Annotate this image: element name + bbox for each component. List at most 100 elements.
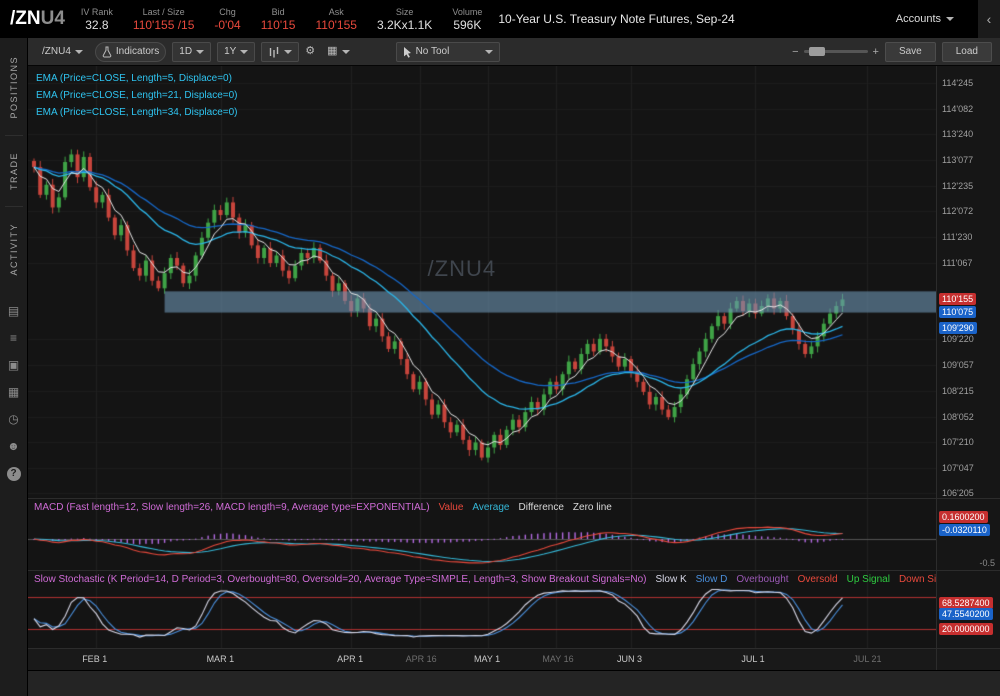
price-badge: 110'155 (939, 293, 977, 306)
macd-pane: MACD (Fast length=12, Slow length=26, MA… (28, 498, 1000, 570)
symbol-selector[interactable]: /ZNU4 (36, 42, 89, 62)
stat-label-ask: Ask (328, 6, 344, 17)
stat-value-ask: 110'155 (315, 17, 357, 32)
sidebar-divider (4, 205, 23, 207)
monitor-icon[interactable]: ▣ (8, 359, 19, 371)
indicators-button[interactable]: Indicators (94, 41, 167, 62)
symbol-month: U4 (40, 8, 65, 29)
grid-icon: ▦ (327, 45, 338, 57)
sidebar-tab-trade[interactable]: TRADE (9, 138, 19, 204)
collapse-panel-button[interactable]: ‹ (978, 0, 1000, 38)
y-axis-label: 109'057 (942, 360, 974, 371)
y-axis-label: 114'245 (942, 77, 974, 88)
timeframe-dropdown[interactable]: 1D (172, 41, 212, 62)
stoch-plot: Slow Stochastic (K Period=14, D Period=3… (28, 571, 936, 648)
drawing-tool-dropdown[interactable]: No Tool (395, 41, 500, 62)
zoom-slider-handle[interactable] (808, 47, 825, 56)
sidebar-icons: ▤ ≡ ▣ ▦ ◷ ☻? (6, 305, 21, 482)
community-icon[interactable]: ☻ (7, 440, 20, 452)
ema-label-1: EMA (Price=CLOSE, Length=21, Displace=0) (36, 90, 238, 101)
stat-value-volume: 596K (453, 17, 482, 32)
y-axis-label: 112'235 (942, 180, 974, 191)
stat-value-iv-rank: 32.8 (85, 17, 109, 32)
legend-item-overbought: Overbought (736, 574, 789, 585)
grid-layout-dropdown[interactable]: ▦ (321, 42, 355, 62)
header: /ZNU4 IV Rank 32.8 Last / Size 110'155 /15 C… (0, 0, 1000, 38)
legend-item-down-signal: Down Signal (898, 574, 936, 585)
watchlist-icon[interactable]: ≡ (10, 332, 17, 344)
price-pane: /ZNU4 EMA (Price=CLOSE, Length=5, Displa… (28, 66, 1000, 498)
sidebar-tab-positions[interactable]: POSITIONS (9, 42, 19, 133)
load-button[interactable]: Load (941, 41, 992, 62)
time-axis[interactable]: FEB 1 MAR 1 APR 1 APR 16 MAY 1 MAY 16 JUN 3 JUL… (28, 649, 936, 670)
clock-icon[interactable]: ◷ (8, 413, 18, 425)
x-axis-tick: MAY 16 (542, 654, 574, 664)
price-badge: 110'075 (939, 305, 977, 318)
stoch-axis[interactable]: 68.5287400 47.5540200 20.0000000 (936, 571, 1000, 648)
y-axis-label: 107'210 (942, 437, 974, 448)
x-axis-tick: JUN 3 (617, 654, 643, 664)
chart-stack: /ZNU4 EMA (Price=CLOSE, Length=5, Displa… (28, 66, 1000, 696)
chart-style-dropdown[interactable] (261, 41, 300, 62)
macd-scale-label: -0.5 (979, 558, 995, 568)
stat-label-bid: Bid (271, 6, 285, 17)
x-axis-tick: JUL 21 (853, 654, 882, 664)
chevron-down-icon (341, 49, 350, 54)
tool-label: No Tool (415, 46, 450, 57)
legend-item-up-signal: Up Signal (846, 574, 890, 585)
zoom-in-icon[interactable]: + (873, 46, 879, 58)
legend-item-slow-k: Slow K (655, 574, 687, 585)
stoch-legend: Slow K Slow D Overbought Oversold Up Signal D… (656, 574, 937, 585)
x-axis-tick: FEB 1 (82, 654, 108, 664)
x-axis-tick: APR 16 (405, 654, 437, 664)
stat-size: Size 3.2Kx1.1K (377, 7, 432, 32)
indicators-label: Indicators (115, 46, 160, 57)
price-axis[interactable]: 114'245 114'082 113'240 113'077 112'235 112'0… (936, 66, 1000, 498)
symbol-title: /ZNU4 (10, 8, 65, 30)
stat-value-chg: -0'04 (214, 17, 241, 32)
stat-value-size: 3.2Kx1.1K (376, 17, 433, 32)
y-axis-label: 107'047 (942, 462, 974, 473)
apps-grid-icon[interactable]: ▦ (8, 386, 19, 398)
chart-toolbar: /ZNU4 Indicators 1D 1Y ⚙ ▦ No Tool − + S… (28, 38, 1000, 66)
stat-bid: Bid 110'15 (261, 7, 296, 32)
stat-ask: Ask 110'155 (315, 7, 356, 32)
notebook-icon[interactable]: ▤ (8, 305, 19, 317)
legend-item-zero-line: Zero line (572, 502, 612, 513)
help-icon[interactable]: ? (6, 467, 21, 482)
sidebar-tab-activity[interactable]: ACTIVITY (9, 209, 19, 290)
range-dropdown[interactable]: 1Y (217, 41, 256, 62)
stat-label-size: Size (395, 6, 414, 17)
macd-axis[interactable]: -0.5 0.1600200 -0.0320110 (936, 499, 1000, 570)
instrument-description: 10-Year U.S. Treasury Note Futures, Sep-… (498, 12, 735, 26)
chevron-down-icon (196, 49, 205, 54)
legend-item-oversold: Oversold (797, 574, 838, 585)
ema-study-labels: EMA (Price=CLOSE, Length=5, Displace=0) E… (36, 73, 238, 118)
zoom-slider[interactable] (803, 47, 868, 56)
legend-item-value: Value (438, 502, 464, 513)
macd-title: MACD (Fast length=12, Slow length=26, MA… (34, 502, 430, 513)
stat-chg: Chg -0'04 (214, 7, 240, 32)
sidebar-divider (4, 134, 23, 136)
y-axis-label: 108'052 (942, 411, 974, 422)
price-plot: /ZNU4 EMA (Price=CLOSE, Length=5, Displa… (28, 66, 936, 498)
y-axis-label: 114'082 (942, 103, 974, 114)
save-button[interactable]: Save (884, 41, 936, 62)
stat-value-bid: 110'15 (260, 17, 296, 32)
chevron-down-icon (284, 49, 293, 54)
y-axis-label: 109'220 (942, 334, 974, 345)
y-axis-label: 108'215 (942, 385, 974, 396)
stat-volume: Volume 596K (452, 7, 482, 32)
gear-icon[interactable]: ⚙ (305, 46, 315, 57)
body: POSITIONS TRADE ACTIVITY ▤ ≡ ▣ ▦ ◷ ☻? /ZNU4 Ind… (0, 38, 1000, 696)
cursor-icon (403, 46, 411, 58)
legend-item-average: Average (472, 502, 510, 513)
accounts-menu-button[interactable]: Accounts (888, 9, 962, 29)
macd-value-badge: -0.0320110 (939, 524, 990, 536)
stat-value-last-size: 110'155 /15 (132, 17, 195, 32)
zoom-out-icon[interactable]: − (792, 46, 798, 58)
stat-last-size: Last / Size 110'155 /15 (133, 7, 194, 32)
y-axis-label: 111'230 (942, 231, 973, 242)
stat-label-iv-rank: IV Rank (80, 6, 113, 17)
chevron-down-icon (74, 49, 83, 54)
